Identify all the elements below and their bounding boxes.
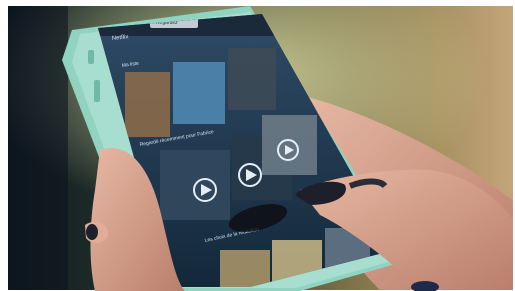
thumbnail-1 bbox=[125, 72, 170, 137]
thumbnail-2 bbox=[173, 62, 225, 124]
painted-nail bbox=[86, 224, 98, 240]
thumbnail-6 bbox=[262, 115, 317, 175]
volume-button bbox=[94, 80, 100, 102]
photo-scene: Netflix Regardez Ma liste Regardé récemm… bbox=[0, 0, 515, 291]
volume-button bbox=[88, 50, 94, 64]
thumbnail-3 bbox=[228, 48, 276, 110]
